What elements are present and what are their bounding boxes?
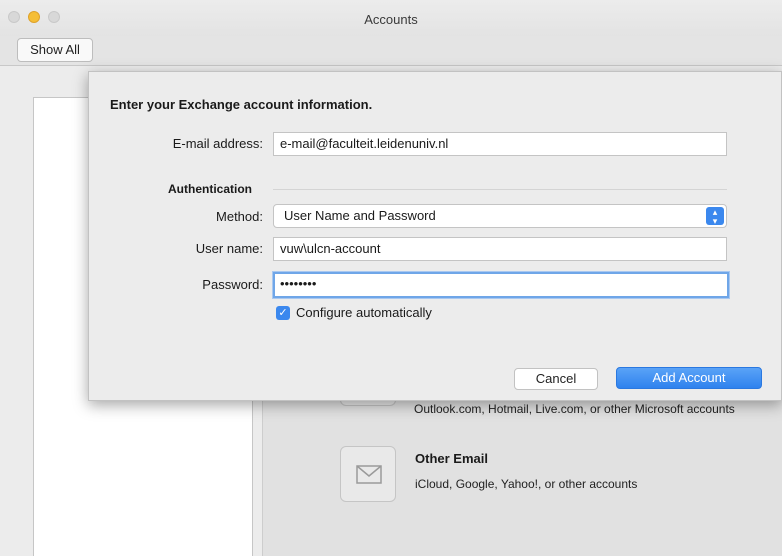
method-label: Method: [216, 209, 263, 224]
username-field[interactable]: vuw\ulcn-account [273, 237, 727, 261]
email-field[interactable]: e-mail@faculteit.leidenuniv.nl [273, 132, 727, 156]
configure-automatically-checkbox[interactable]: ✓ [276, 306, 290, 320]
exchange-account-sheet: Enter your Exchange account information.… [88, 71, 782, 401]
add-account-button[interactable]: Add Account [616, 367, 762, 389]
cancel-button[interactable]: Cancel [514, 368, 598, 390]
outlook-option-description: Outlook.com, Hotmail, Live.com, or other… [414, 402, 735, 416]
envelope-icon [356, 465, 382, 484]
method-select[interactable]: User Name and Password ▴ ▾ [273, 204, 727, 228]
show-all-button[interactable]: Show All [17, 38, 93, 62]
other-email-description: iCloud, Google, Yahoo!, or other account… [415, 477, 638, 491]
other-email-option[interactable] [340, 446, 396, 502]
toolbar: Show All [0, 36, 782, 66]
username-label: User name: [195, 241, 263, 256]
authentication-section-label: Authentication [168, 182, 252, 196]
sheet-heading: Enter your Exchange account information. [110, 97, 373, 112]
email-label: E-mail address: [172, 136, 263, 151]
title-bar: Accounts [0, 0, 782, 36]
method-select-value: User Name and Password [284, 208, 436, 223]
chevron-updown-icon: ▴ ▾ [706, 207, 724, 226]
password-label: Password: [202, 277, 263, 292]
window-title: Accounts [364, 12, 418, 27]
configure-automatically-label[interactable]: Configure automatically [296, 305, 432, 320]
checkmark-icon: ✓ [278, 307, 288, 319]
other-email-title: Other Email [415, 451, 488, 466]
password-field[interactable]: •••••••• [273, 272, 729, 298]
section-divider [273, 189, 727, 190]
